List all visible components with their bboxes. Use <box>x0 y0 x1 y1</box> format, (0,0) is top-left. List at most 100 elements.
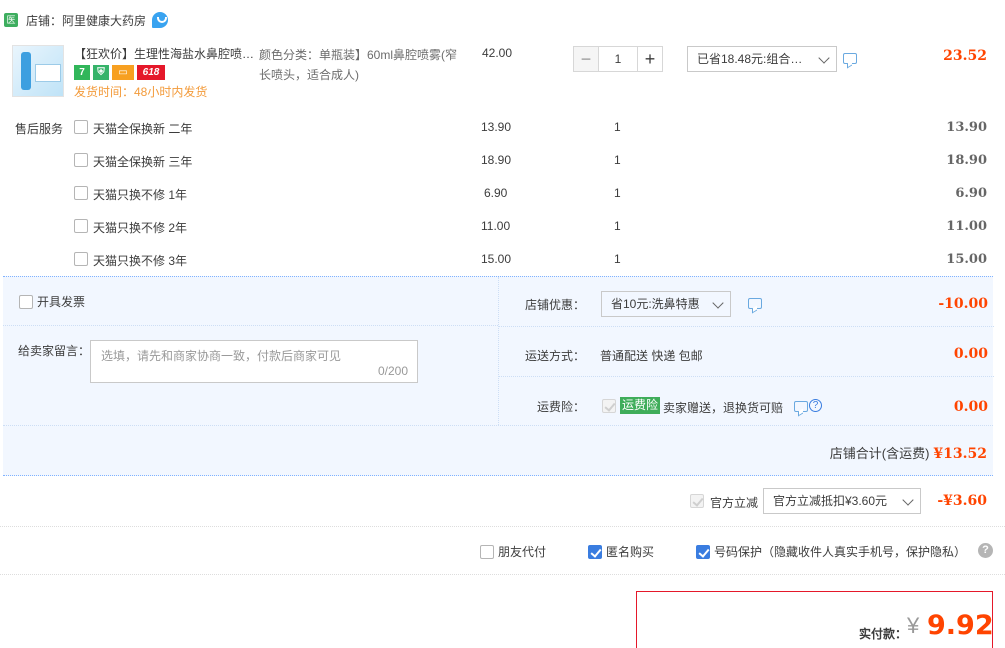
service-row: 天猫只换不修 2年 11.00 1 11.00 <box>0 209 1005 242</box>
seven-day-return-icon: 7 <box>74 65 90 80</box>
quantity-increase-button[interactable]: + <box>637 46 663 72</box>
service-price: 11.00 <box>481 219 511 233</box>
insurance-info-icon[interactable] <box>794 401 808 412</box>
insurance-value: 0.00 <box>953 399 988 415</box>
shop-discount-select[interactable]: 省10元:洗鼻特惠 <box>601 291 731 317</box>
seller-memo-input[interactable]: 选填，请先和商家协商一致，付款后商家可见 0/200 <box>90 340 418 383</box>
service-row: 天猫全保换新 三年 18.90 1 18.90 <box>0 143 1005 176</box>
memo-placeholder: 选填，请先和商家协商一致，付款后商家可见 <box>101 349 342 363</box>
cart-item: 【狂欢价】生理性海盐水鼻腔喷… 7 ⛨ ▭ 618 发货时间：48小时内发货 颜… <box>0 40 1005 110</box>
service-checkbox[interactable] <box>74 153 88 167</box>
product-thumbnail[interactable] <box>12 45 64 97</box>
memo-char-count: 0/200 <box>377 364 408 378</box>
service-name: 天猫只换不修 3年 <box>93 254 188 268</box>
service-price: 6.90 <box>484 186 508 200</box>
shop-type-badge: 医 <box>4 13 18 27</box>
payment-summary: 实付款： ¥ 9.92 <box>636 591 994 648</box>
shop-total-value: ¥13.52 <box>933 446 987 462</box>
service-price: 15.00 <box>481 252 512 266</box>
shop-discount-label: 店铺优惠： <box>525 298 586 312</box>
privacy-label: 号码保护（隐藏收件人真实手机号，保护隐私） <box>714 545 967 559</box>
friend-pay-checkbox[interactable] <box>480 544 494 559</box>
shipping-value: 0.00 <box>953 346 988 362</box>
divider <box>3 425 993 426</box>
service-qty: 1 <box>614 252 621 266</box>
discount-info-icon[interactable] <box>748 298 762 309</box>
shop-discount-text: 省10元:洗鼻特惠 <box>611 297 700 311</box>
service-row: 天猫只换不修 3年 15.00 1 15.00 <box>0 242 1005 275</box>
help-icon[interactable]: ? <box>809 399 822 412</box>
insurance-row: 运费险： 运费险 卖家赠送，退换货可赔 ? 0.00 <box>499 377 994 427</box>
shop-total-label: 店铺合计(含运费) <box>829 446 930 461</box>
quantity-decrease-button[interactable]: − <box>573 46 599 72</box>
shop-name[interactable]: 店铺：阿里健康大药房 <box>26 12 146 29</box>
service-checkbox[interactable] <box>74 219 88 233</box>
anonymous-checkbox[interactable] <box>588 544 602 559</box>
insurance-tag: 运费险 <box>620 397 661 414</box>
insurance-label: 运费险： <box>537 400 586 414</box>
currency-symbol: ¥ <box>907 613 920 638</box>
service-subtotal: 6.90 <box>955 186 987 201</box>
chevron-down-icon <box>818 52 830 64</box>
friend-pay-option[interactable]: 朋友代付 <box>480 543 546 560</box>
friend-pay-label: 朋友代付 <box>498 545 547 559</box>
service-name: 天猫全保换新 三年 <box>93 155 193 169</box>
service-qty: 1 <box>614 219 621 233</box>
service-subtotal: 15.00 <box>946 252 987 267</box>
service-price: 18.90 <box>481 153 512 167</box>
chevron-down-icon <box>902 494 914 506</box>
product-title[interactable]: 【狂欢价】生理性海盐水鼻腔喷… <box>74 45 256 63</box>
service-checkbox[interactable] <box>74 186 88 200</box>
item-subtotal: 23.52 <box>943 48 987 64</box>
sale-618-icon: 618 <box>137 65 165 80</box>
official-discount-text: 官方立减抵扣¥3.60元 <box>773 494 888 508</box>
anonymous-option[interactable]: 匿名购买 <box>588 543 654 560</box>
insurance-checkbox <box>602 399 616 413</box>
service-name: 天猫全保换新 二年 <box>93 122 193 136</box>
anonymous-label: 匿名购买 <box>606 545 655 559</box>
payment-label: 实付款： <box>859 627 908 641</box>
memo-label: 给卖家留言： <box>18 344 91 358</box>
item-discount-select[interactable]: 已省18.48元:组合… <box>687 46 837 72</box>
service-checkbox[interactable] <box>74 120 88 134</box>
service-subtotal: 18.90 <box>946 153 987 168</box>
quantity-input[interactable]: 1 <box>599 46 637 72</box>
official-discount-select[interactable]: 官方立减抵扣¥3.60元 <box>763 488 921 514</box>
invoice-option[interactable]: 开具发票 <box>19 293 85 310</box>
shipping-label: 运送方式： <box>525 349 586 363</box>
chat-wangwang-icon[interactable] <box>152 12 169 28</box>
product-badges: 7 ⛨ ▭ 618 <box>74 65 165 80</box>
discount-info-icon[interactable] <box>843 53 857 64</box>
chevron-down-icon <box>712 297 724 309</box>
service-name: 天猫只换不修 1年 <box>93 188 188 202</box>
service-price: 13.90 <box>481 120 512 134</box>
service-row: 售后服务 天猫全保换新 二年 13.90 1 13.90 <box>0 110 1005 143</box>
invoice-checkbox[interactable] <box>19 294 33 309</box>
official-discount-row: 官方立减 官方立减抵扣¥3.60元 -¥3.60 <box>0 476 1005 527</box>
official-discount-value: -¥3.60 <box>937 493 987 509</box>
product-sku: 颜色分类：单瓶装】60ml鼻腔喷雾(窄长喷头，适合成人) <box>259 48 458 82</box>
guarantee-shield-icon: ⛨ <box>93 65 109 80</box>
privacy-option[interactable]: 号码保护（隐藏收件人真实手机号，保护隐私） <box>696 543 966 560</box>
divider <box>3 325 498 326</box>
service-qty: 1 <box>614 120 621 134</box>
after-sales-label: 售后服务 <box>15 122 64 136</box>
service-qty: 1 <box>614 153 621 167</box>
question-icon[interactable]: ? <box>978 543 993 558</box>
shop-header: 医 店铺：阿里健康大药房 <box>0 0 1005 40</box>
credit-card-icon: ▭ <box>112 65 134 80</box>
shop-total: 店铺合计(含运费) ¥13.52 <box>830 443 987 462</box>
service-row: 天猫只换不修 1年 6.90 1 6.90 <box>0 176 1005 209</box>
item-discount-text: 已省18.48元:组合… <box>697 52 803 66</box>
service-checkbox[interactable] <box>74 252 88 266</box>
quantity-stepper: − 1 + <box>573 46 663 72</box>
shop-discount-value: -10.00 <box>938 296 988 312</box>
official-discount-label: 官方立减 <box>710 496 759 510</box>
order-panel: 开具发票 给卖家留言： 选填，请先和商家协商一致，付款后商家可见 0/200 店… <box>3 276 994 476</box>
shipping-method: 普通配送 快递 包邮 <box>600 349 703 363</box>
service-name: 天猫只换不修 2年 <box>93 221 188 235</box>
unit-price: 42.00 <box>482 46 513 60</box>
privacy-checkbox[interactable] <box>696 544 710 559</box>
order-panel-right: 店铺优惠： 省10元:洗鼻特惠 -10.00 运送方式： 普通配送 快递 包邮 … <box>498 277 994 427</box>
shipping-row: 运送方式： 普通配送 快递 包邮 0.00 <box>499 327 994 377</box>
